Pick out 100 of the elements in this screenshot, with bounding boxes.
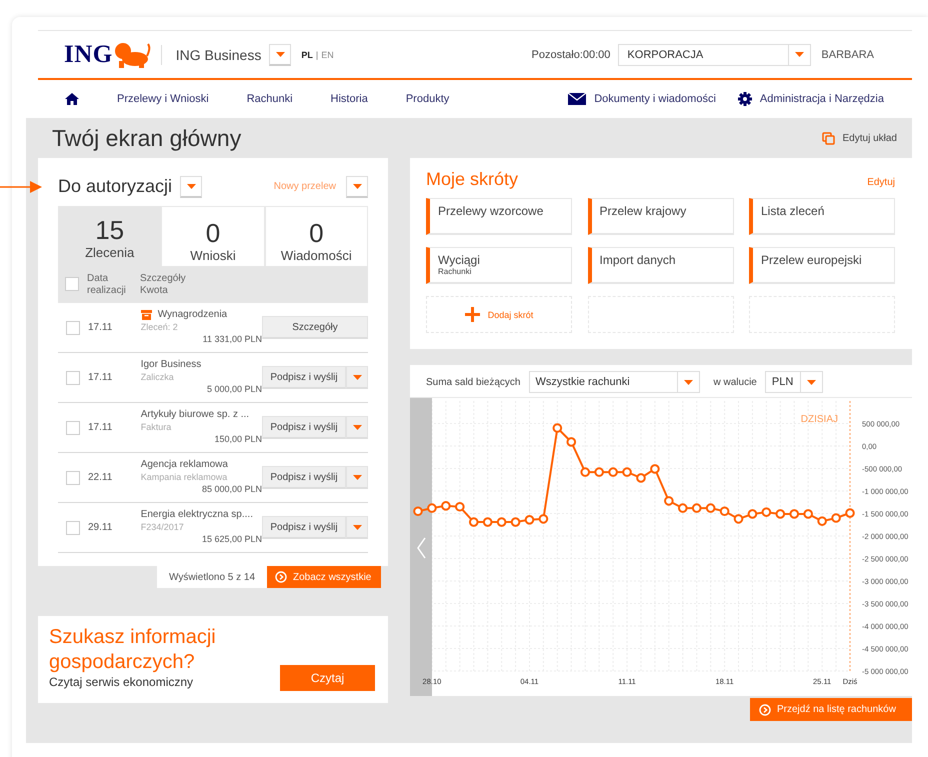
caret-icon [276, 52, 285, 56]
tab[interactable]: 0 Wnioski [161, 206, 265, 266]
sign-send-button[interactable]: Podpisz i wyślij [262, 366, 346, 389]
dropdown-button[interactable] [346, 466, 368, 489]
detail-text: Zleceń: 2 [140, 320, 179, 332]
nav-link[interactable]: Przelewy i Wnioski [117, 93, 209, 105]
balance-label: Suma sald bieżących [426, 376, 520, 388]
data-point [748, 509, 758, 519]
play-circle-icon [275, 571, 287, 583]
data-point [803, 509, 813, 519]
shortcut-tile[interactable]: Lista zleceń [749, 198, 895, 235]
sign-send-button[interactable]: Podpisz i wyślij [262, 466, 346, 489]
caret-icon [684, 380, 692, 384]
language-link[interactable]: EN [321, 50, 334, 60]
user-name: BARBARA [821, 48, 874, 60]
data-point [664, 496, 674, 506]
data-point [789, 509, 800, 519]
currency-select[interactable]: PLN [764, 371, 823, 393]
data-point [580, 467, 590, 477]
data-point [413, 506, 423, 516]
caret-icon [352, 524, 362, 530]
logo-text: ING [64, 40, 113, 68]
payee-name: Energia elektryczna sp.... [140, 508, 253, 520]
caret-icon [352, 374, 362, 380]
shortcut-tile[interactable]: Przelew krajowy [588, 198, 734, 235]
nav-link[interactable]: Rachunki [246, 93, 293, 105]
page-title: Twój ekran główny [52, 124, 242, 152]
dropdown-button[interactable] [346, 176, 368, 198]
data-point [776, 509, 786, 519]
dropdown-button[interactable] [346, 516, 368, 539]
data-point [455, 502, 465, 512]
shortcut-tile[interactable]: Import danych [588, 247, 734, 284]
dropdown-button[interactable] [269, 44, 292, 66]
data-point [468, 517, 479, 527]
dropdown-button[interactable] [346, 366, 368, 389]
mail-icon [568, 93, 586, 105]
payee-name: Artykuły biurowe sp. z ... [140, 408, 250, 420]
detail-text: Faktura [140, 420, 172, 432]
data-point [845, 508, 855, 518]
account-select[interactable]: Wszystkie rachunki [528, 371, 700, 393]
sign-send-button[interactable]: Podpisz i wyślij [262, 516, 346, 539]
date-text: 17.11 [88, 322, 114, 333]
lion-icon [112, 42, 151, 68]
data-point [762, 507, 772, 517]
date-text: 29.11 [88, 522, 114, 533]
dropdown-button[interactable] [180, 176, 202, 198]
amount-text: 85 000,00 PLN [202, 482, 262, 494]
data-point [817, 516, 827, 526]
today-label: DZISIAJ [800, 414, 838, 425]
play-circle-icon [759, 704, 771, 716]
data-point [524, 515, 534, 525]
caret-icon [806, 380, 816, 384]
checkbox[interactable] [66, 520, 80, 534]
company-select[interactable]: KORPORACJA [618, 44, 812, 66]
chevron-left-icon[interactable] [417, 538, 426, 558]
amount-text: 5 000,00 PLN [206, 382, 262, 394]
caret-icon [795, 52, 804, 57]
caret-icon [352, 424, 362, 430]
details-button[interactable]: Szczegóły [262, 316, 368, 339]
data-point [482, 517, 492, 527]
column-header: Kwota [140, 285, 169, 297]
checkbox[interactable] [66, 420, 80, 434]
product-name: ING Business [176, 46, 262, 62]
home-icon[interactable] [65, 93, 79, 105]
tab[interactable]: 0 Wiadomości [264, 206, 368, 266]
shortcut-tile[interactable]: Wyciągi Rachunki [426, 247, 572, 284]
checkbox[interactable] [66, 370, 80, 384]
tab[interactable]: 15 Zlecenia [58, 206, 162, 266]
data-point [692, 503, 702, 513]
shortcut-tile[interactable]: Przelewy wzorcowe [426, 198, 572, 235]
pointer-arrow-icon [0, 181, 42, 193]
data-point [734, 514, 744, 524]
data-point [636, 473, 646, 483]
nav-link[interactable]: Historia [330, 93, 368, 105]
nav-link[interactable]: Administracja i Narzędzia [760, 93, 884, 105]
language-link[interactable]: PL [301, 50, 313, 60]
currency-label: w walucie [714, 376, 757, 388]
edit-layout-link[interactable]: Edytuj układ [822, 132, 897, 144]
caret-icon [352, 184, 362, 188]
data-point [496, 517, 506, 527]
data-point [622, 467, 632, 477]
caret-icon [186, 184, 196, 188]
sign-send-button[interactable]: Podpisz i wyślij [262, 416, 346, 439]
checkbox[interactable] [65, 277, 79, 291]
detail-text: F234/2017 [140, 520, 185, 532]
nav-link[interactable]: Produkty [406, 93, 450, 105]
dropdown-button[interactable] [346, 416, 368, 439]
amount-text: 11 331,00 PLN [202, 332, 262, 344]
copy-icon [822, 132, 835, 144]
amount-text: 15 625,00 PLN [202, 532, 262, 544]
data-point [594, 467, 604, 477]
checkbox[interactable] [66, 320, 80, 334]
data-point [678, 503, 688, 513]
date-text: 17.11 [88, 372, 114, 383]
data-point [706, 503, 716, 513]
shortcut-tile[interactable]: Przelew europejski [749, 247, 895, 284]
checkbox[interactable] [66, 470, 80, 484]
promo-title: Szukasz informacji gospodarczych? [49, 625, 217, 675]
settings-icon [738, 92, 752, 106]
nav-link[interactable]: Dokumenty i wiadomości [594, 93, 716, 105]
